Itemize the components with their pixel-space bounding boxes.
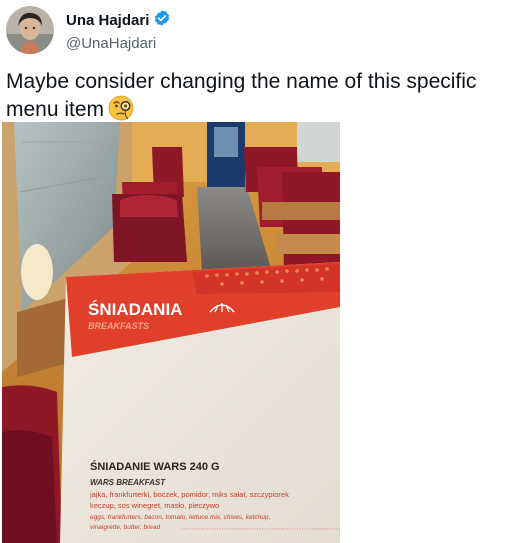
avatar-image: [6, 6, 54, 54]
author-name[interactable]: Una Hajdari: [66, 12, 149, 29]
train-menu-photo: ŚNIADANIA BREAKFASTS ŚNIADANIE WARS 240 …: [2, 122, 340, 543]
tweet-author: Una Hajdari @UnaHajdari: [66, 9, 171, 52]
item-desc-pl-2: keczup, sos winegret, masło, pieczywo: [90, 501, 219, 510]
tweet-photo[interactable]: ŚNIADANIA BREAKFASTS ŚNIADANIE WARS 240 …: [2, 122, 340, 543]
menu-heading-en: BREAKFASTS: [88, 321, 149, 331]
tweet: Una Hajdari @UnaHajdari Maybe consider c…: [0, 0, 531, 543]
item-desc-en-1: eggs, frankfurters, bacon, tomato, lettu…: [90, 514, 270, 521]
item-desc-pl-1: jajka, frankfurterki, boczek, pomidor, m…: [89, 490, 289, 499]
avatar[interactable]: [6, 6, 54, 54]
verified-badge-icon: [153, 9, 171, 32]
tweet-text: Maybe consider changing the name of this…: [6, 68, 526, 123]
item-title: ŚNIADANIE WARS 240 G: [90, 460, 220, 473]
item-desc-en-2: vinaigrette, butter, bread: [90, 524, 160, 531]
author-handle[interactable]: @UnaHajdari: [66, 35, 171, 52]
face-with-monocle-icon: [108, 95, 134, 121]
tweet-body: Maybe consider changing the name of this…: [6, 70, 477, 121]
menu-heading: ŚNIADANIA: [88, 300, 182, 319]
item-subtitle: WARS BREAKFAST: [90, 478, 166, 487]
